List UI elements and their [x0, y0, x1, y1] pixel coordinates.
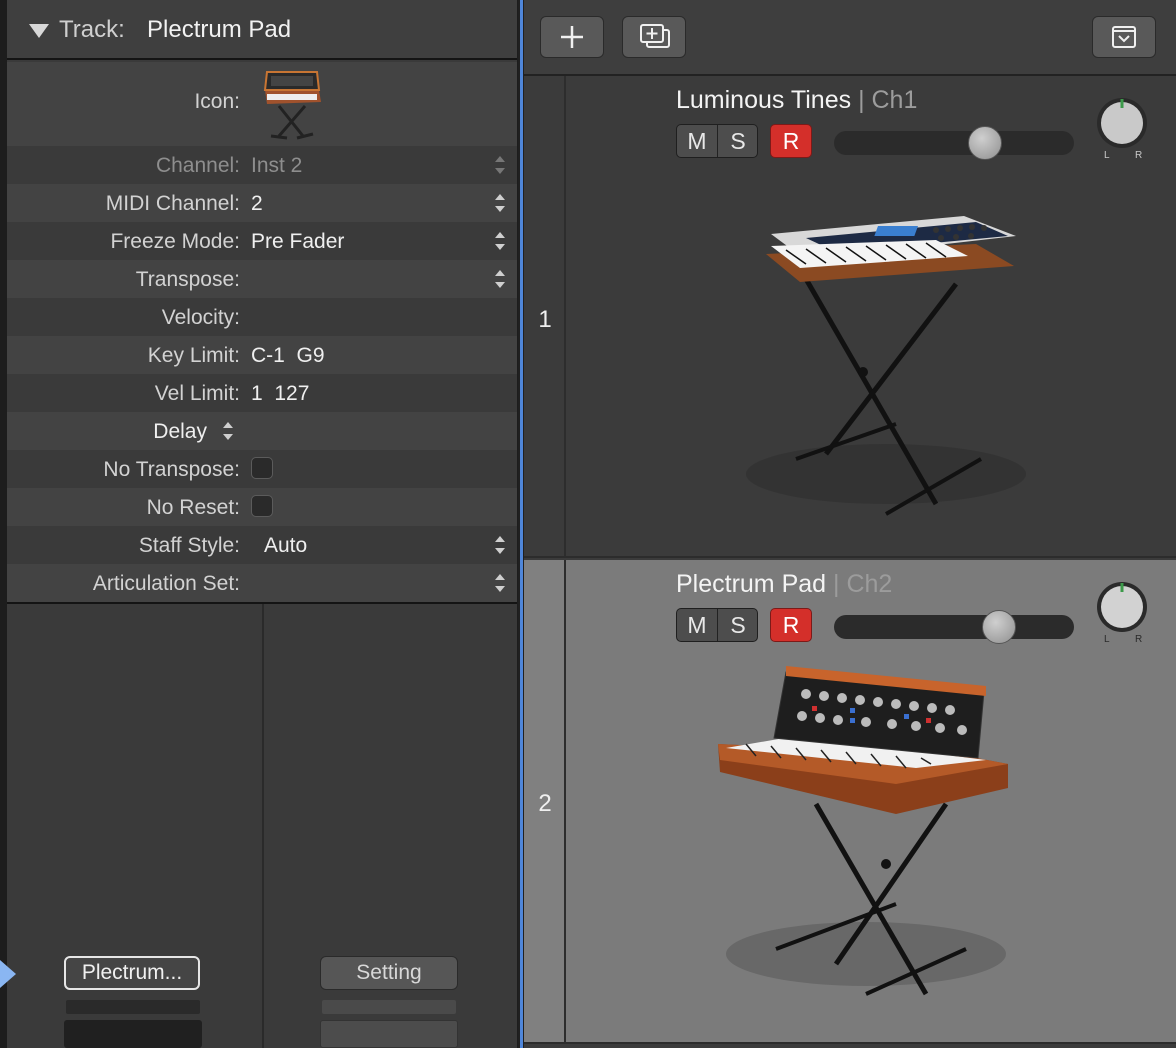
analog-synth-icon	[718, 666, 1008, 996]
transpose-label: Transpose:	[135, 268, 240, 291]
duplicate-track-button[interactable]	[622, 16, 686, 58]
vel-limit-label: Vel Limit:	[154, 382, 240, 405]
disclosure-triangle-icon[interactable]	[29, 24, 49, 38]
no-reset-checkbox[interactable]	[251, 495, 273, 517]
track-lane[interactable]: 1 Luminous Tines | Ch1 M S R L R	[524, 76, 1176, 558]
channel-value[interactable]: Inst 2	[251, 154, 302, 178]
eq-display[interactable]	[64, 1020, 202, 1048]
no-transpose-row: No Transpose:	[7, 450, 517, 488]
record-enable-button[interactable]: R	[770, 608, 812, 642]
setting-button[interactable]: Setting	[320, 956, 458, 990]
track-name[interactable]: Luminous Tines | Ch1	[676, 86, 917, 115]
track-lane-selected[interactable]: 2 Plectrum Pad | Ch2 M S R L R	[524, 560, 1176, 1044]
mute-button[interactable]: M	[677, 125, 718, 157]
no-reset-row: No Reset:	[7, 488, 517, 526]
record-enable-button[interactable]: R	[770, 124, 812, 158]
pan-left-label: L	[1104, 150, 1110, 161]
pan-knob[interactable]: L R	[1094, 580, 1150, 646]
volume-fader[interactable]	[834, 610, 1074, 644]
freeze-mode-value[interactable]: Pre Fader	[251, 230, 344, 254]
volume-fader[interactable]	[834, 126, 1074, 160]
fader-knob[interactable]	[982, 610, 1016, 644]
track-name[interactable]: Plectrum Pad | Ch2	[676, 570, 892, 599]
pan-left-label: L	[1104, 634, 1110, 645]
no-transpose-checkbox[interactable]	[251, 457, 273, 479]
updown-arrows-icon[interactable]	[495, 156, 505, 174]
eq-display[interactable]	[320, 1020, 458, 1048]
track-header[interactable]: Track: Plectrum Pad	[7, 0, 517, 60]
midi-channel-label: MIDI Channel:	[105, 192, 240, 215]
add-track-button[interactable]	[540, 16, 604, 58]
updown-arrows-icon[interactable]	[495, 232, 505, 250]
track-name-text: Luminous Tines	[676, 86, 852, 114]
pan-knob[interactable]: L R	[1094, 96, 1150, 162]
track-number: 2	[524, 560, 566, 1042]
chevron-down-box-icon	[1112, 26, 1136, 48]
staff-style-value[interactable]: Auto	[264, 534, 307, 558]
track-label: Track:	[59, 16, 125, 43]
updown-arrows-icon[interactable]	[495, 536, 505, 554]
track-number: 1	[524, 76, 566, 556]
staff-style-label: Staff Style:	[138, 534, 240, 557]
divider	[262, 604, 264, 1048]
selected-strip-marker-icon	[0, 960, 16, 988]
duplicate-track-icon	[640, 24, 670, 48]
vel-limit-value[interactable]: 1 127	[251, 382, 309, 406]
no-transpose-label: No Transpose:	[103, 458, 240, 481]
focus-indicator	[520, 0, 523, 1048]
mute-solo-group: M S	[676, 608, 758, 642]
solo-button[interactable]: S	[718, 609, 757, 641]
freeze-mode-label: Freeze Mode:	[110, 230, 240, 253]
plus-icon	[561, 26, 583, 48]
mute-button[interactable]: M	[677, 609, 718, 641]
channel-label: Channel:	[155, 154, 240, 177]
no-reset-label: No Reset:	[146, 496, 240, 519]
vel-limit-row[interactable]: Vel Limit: 1 127	[7, 374, 517, 412]
articulation-set-label: Articulation Set:	[92, 572, 240, 595]
delay-row[interactable]: Delay	[7, 412, 517, 450]
transpose-row[interactable]: Transpose:	[7, 260, 517, 298]
collapse-button[interactable]	[1092, 16, 1156, 58]
tracks-toolbar	[524, 0, 1176, 76]
pan-right-label: R	[1135, 634, 1142, 645]
icon-label: Icon:	[194, 90, 240, 113]
freeze-mode-row[interactable]: Freeze Mode: Pre Fader	[7, 222, 517, 260]
staff-style-row[interactable]: Staff Style: Auto	[7, 526, 517, 564]
tracks-area: 1 Luminous Tines | Ch1 M S R L R 2 Plect…	[524, 0, 1176, 1048]
updown-arrows-icon[interactable]	[495, 194, 505, 212]
pan-right-label: R	[1135, 150, 1142, 161]
solo-button[interactable]: S	[718, 125, 757, 157]
delay-label[interactable]: Delay	[7, 420, 207, 444]
updown-arrows-icon[interactable]	[223, 422, 233, 440]
mute-solo-group: M S	[676, 124, 758, 158]
gain-reduction-slot[interactable]	[322, 1000, 456, 1014]
track-inspector: Track: Plectrum Pad Icon: Channel: Inst …	[0, 0, 518, 1048]
track-channel: | Ch2	[833, 570, 893, 598]
track-parameters: Icon: Channel: Inst 2 MIDI Channel: 2 Fr	[7, 62, 517, 602]
key-limit-value[interactable]: C-1 G9	[251, 344, 325, 368]
gain-reduction-slot[interactable]	[66, 1000, 200, 1014]
channel-strip-name-button[interactable]: Plectrum...	[64, 956, 200, 990]
key-limit-row[interactable]: Key Limit: C-1 G9	[7, 336, 517, 374]
midi-channel-value[interactable]: 2	[251, 192, 263, 216]
electric-piano-icon	[746, 216, 1026, 516]
articulation-set-row[interactable]: Articulation Set:	[7, 564, 517, 602]
channel-row[interactable]: Channel: Inst 2	[7, 146, 517, 184]
updown-arrows-icon[interactable]	[495, 574, 505, 592]
velocity-row[interactable]: Velocity:	[7, 298, 517, 336]
track-channel: | Ch1	[858, 86, 918, 114]
midi-channel-row[interactable]: MIDI Channel: 2	[7, 184, 517, 222]
key-limit-label: Key Limit:	[147, 344, 240, 367]
velocity-label: Velocity:	[161, 306, 240, 329]
updown-arrows-icon[interactable]	[495, 270, 505, 288]
synth-track-icon[interactable]	[257, 66, 327, 142]
track-name-text: Plectrum Pad	[676, 570, 827, 598]
track-name[interactable]: Plectrum Pad	[147, 16, 291, 44]
fader-knob[interactable]	[968, 126, 1002, 160]
icon-row: Icon:	[7, 62, 517, 146]
